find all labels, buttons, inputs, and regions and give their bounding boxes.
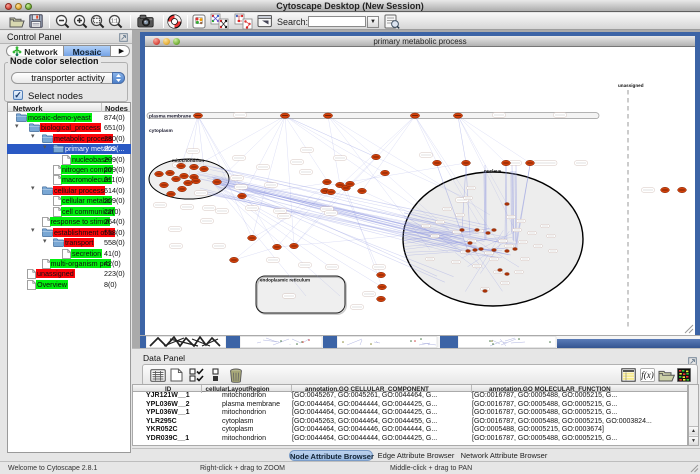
svg-text:f(x): f(x) — [641, 370, 654, 380]
svg-text:cytoplasm: cytoplasm — [149, 128, 173, 134]
svg-text:mitochondrion: mitochondrion — [172, 158, 204, 163]
svg-text:nucleus: nucleus — [484, 169, 502, 174]
svg-text:endoplasmic reticulum: endoplasmic reticulum — [260, 278, 310, 283]
svg-text:plasma membrane: plasma membrane — [149, 113, 191, 119]
svg-text:unassigned: unassigned — [618, 83, 644, 88]
svg-text:1:1: 1:1 — [111, 19, 118, 25]
